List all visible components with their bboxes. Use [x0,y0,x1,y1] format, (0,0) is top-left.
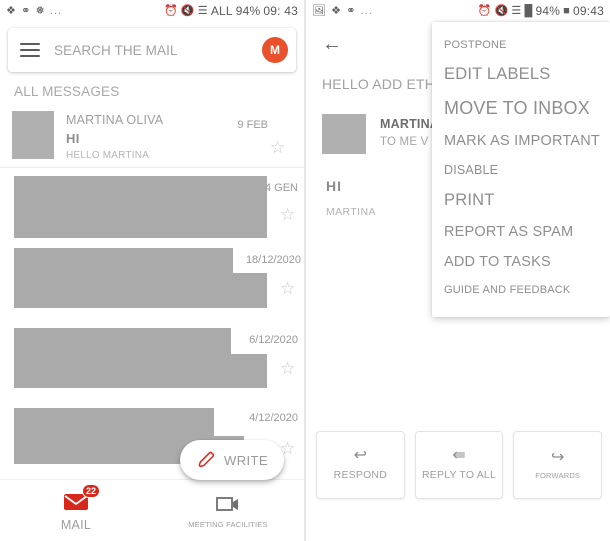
forward-icon: ↪ [550,448,565,466]
wifi-icon: ☰ [511,4,522,17]
menu-item-edit-labels[interactable]: EDIT LABELS [432,58,610,91]
back-arrow-icon[interactable]: ← [322,34,342,54]
nav-label-meeting-facilities: MEETING FACILITIES [188,520,268,529]
reply-all-button[interactable]: ⇚ REPLY TO ALL [414,431,504,499]
table-row[interactable]: MARTINA OLIVA HI HELLO MARTINA 9 FEB ☆ [0,105,304,168]
battery-icon: ■ [563,4,570,17]
mute-icon: 🔇 [180,4,195,17]
message-content: MARTINA OLIVA HI HELLO MARTINA 9 FEB ☆ [54,111,294,161]
app-screen: ❖ ⚭ ❅ ... ⏰ 🔇 ☰ ALL 94% 09: 43 M [0,0,610,541]
compose-write-label: WRITE [224,452,268,468]
left-status-bar: ❖ ⚭ ❅ ... ⏰ 🔇 ☰ ALL 94% 09: 43 [0,0,304,22]
bottom-navigation: 22 MAIL MEETING FACILITIES [0,479,304,541]
reply-all-icon: ⇚ [452,446,466,464]
bluetooth-icon: ❖ [331,4,342,17]
respond-label: RESPOND [333,468,387,481]
message-subject: HI [66,131,80,146]
message-date: 18/12/2020 [245,254,301,266]
search-bar-container: M [0,22,304,74]
vpn-icon: ❅ [35,4,45,17]
message-date: 4/12/2020 [249,412,298,424]
table-row[interactable]: 6/12/2020 ☆ [0,320,304,400]
star-icon[interactable]: ☆ [280,206,298,224]
clock: 09:43 [572,4,604,18]
menu-item-print[interactable]: PRINT [432,184,610,217]
hamburger-menu-icon[interactable] [20,43,40,57]
battery-percent: 94% [235,4,261,18]
forward-label: FORWARDS [535,470,581,480]
wifi-icon: ☰ [197,4,208,17]
mute-icon: 🔇 [494,4,509,17]
forward-button[interactable]: ↪ FORWARDS [513,431,603,499]
compose-write-button[interactable]: WRITE [180,440,284,480]
right-status-bar: 🖼 ❖ ⚭ ... ⏰ 🔇 ☰ █ 94% ■ 09:43 [306,0,610,22]
pencil-icon [198,451,215,468]
reply-icon: ↩ [353,446,368,464]
respond-button[interactable]: ↩ RESPOND [316,431,405,499]
bluetooth-icon: ❖ [6,4,17,17]
menu-item-add-to-tasks[interactable]: ADD TO TASKS [432,247,610,277]
message-list: MARTINA OLIVA HI HELLO MARTINA 9 FEB ☆ 4… [0,105,304,466]
reply-all-label: REPLY TO ALL [422,468,497,481]
nav-label-mail: MAIL [60,517,92,532]
message-date: 6/12/2020 [249,334,298,346]
menu-item-disable[interactable]: DISABLE [432,156,610,184]
star-icon[interactable]: ☆ [280,360,298,378]
search-bar[interactable]: M [8,28,296,72]
image-icon: 🖼 [312,4,327,17]
signal-icon: █ [524,4,533,17]
alarm-icon: ⏰ [163,4,178,17]
status-overflow-dots: ... [49,5,63,17]
message-date: 9 FEB [237,119,268,131]
menu-item-move-to-inbox[interactable]: MOVE TO INBOX [432,91,610,126]
star-icon[interactable]: ☆ [270,139,288,157]
nfc-icon: ⚭ [21,4,31,17]
clock: 09: 43 [263,4,298,18]
section-label-all-messages: ALL MESSAGES [14,84,120,99]
mail-list-panel: ❖ ⚭ ❅ ... ⏰ 🔇 ☰ ALL 94% 09: 43 M [0,0,304,541]
menu-item-postpone[interactable]: POSTPONE [432,32,610,58]
table-row[interactable]: 18/12/2020 ☆ [0,240,304,320]
status-badge: 22 [81,483,100,498]
video-camera-icon [216,497,238,511]
alarm-icon: ⏰ [477,4,492,17]
message-snippet: HELLO MARTINA [66,150,149,161]
star-icon[interactable]: ☆ [280,280,298,298]
nav-item-meeting-facilities[interactable]: MEETING FACILITIES [152,492,304,529]
message-date: 4 GEN [264,182,298,194]
menu-item-report-as-spam[interactable]: REPORT AS SPAM [432,217,610,247]
battery-percent: 94% [535,4,561,18]
search-input[interactable] [40,42,262,58]
network-label: ALL [210,4,233,18]
avatar [12,111,54,159]
nav-item-mail[interactable]: 22 MAIL [0,483,152,532]
thread-action-buttons: ↩ RESPOND ⇚ REPLY TO ALL ↪ FORWARDS [316,431,603,499]
menu-item-mark-as-important[interactable]: MARK AS IMPORTANT [432,126,610,156]
avatar[interactable]: M [262,37,288,63]
status-overflow-dots: ... [360,5,373,17]
menu-item-guide-and-feedback[interactable]: GUIDE AND FEEDBACK [432,277,610,303]
overflow-popup-menu: POSTPONE EDIT LABELS MOVE TO INBOX MARK … [432,22,610,317]
nfc-icon: ⚭ [346,4,356,17]
avatar [322,114,366,154]
table-row[interactable]: 4 GEN ☆ [0,168,304,240]
